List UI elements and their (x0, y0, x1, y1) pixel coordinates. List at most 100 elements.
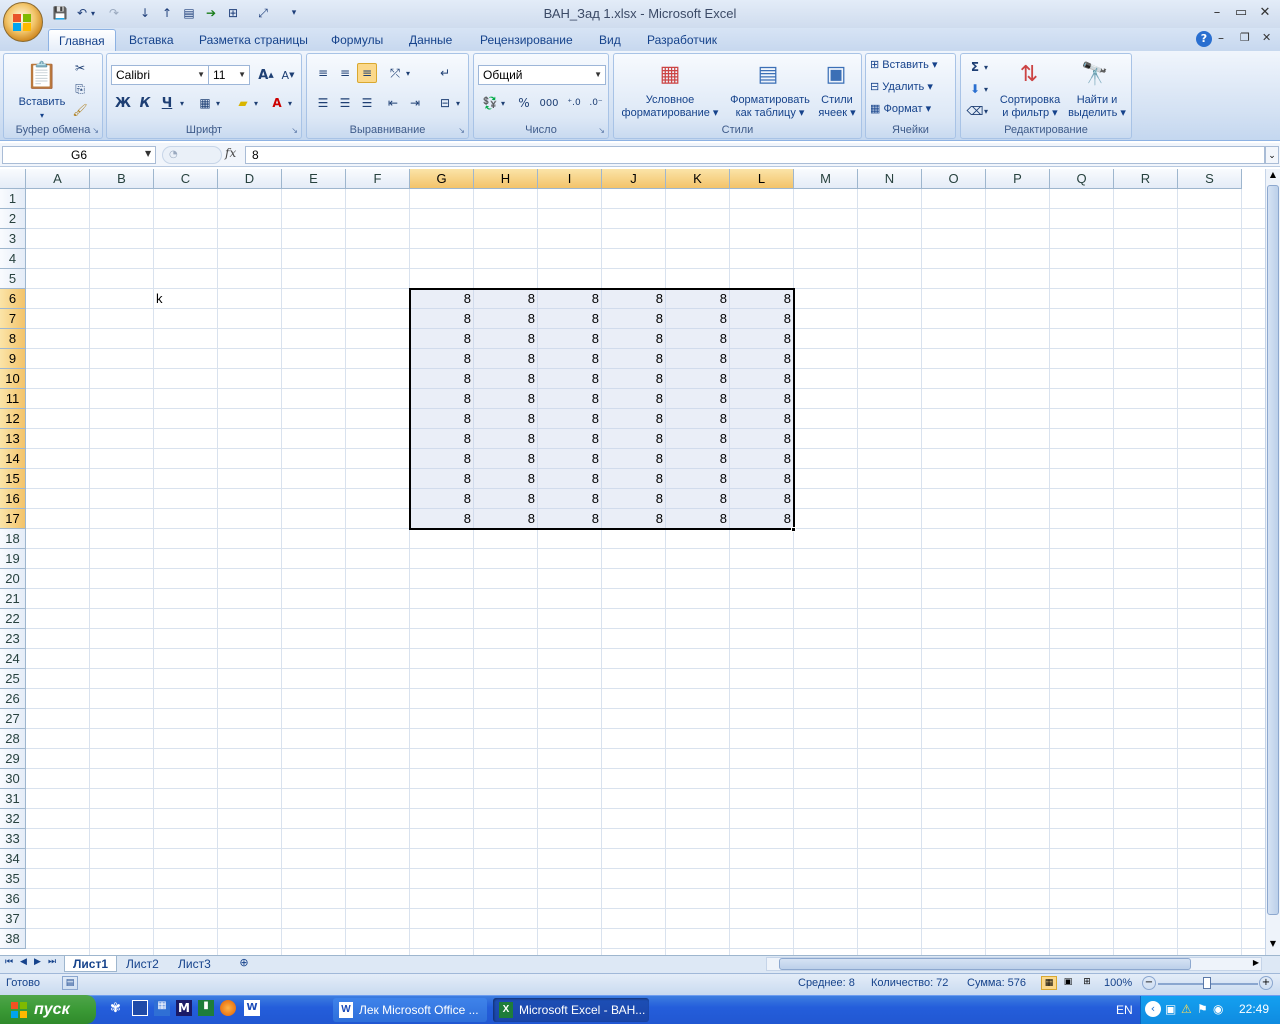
cell-h14[interactable]: 8 (474, 449, 537, 469)
insert-sheet-icon[interactable]: ⊕ (228, 956, 260, 972)
row-header-12[interactable]: 12 (0, 409, 26, 429)
find-select-button[interactable]: Найти и выделить ▾ (1065, 94, 1129, 120)
shrink-font-button[interactable]: A ▼ (278, 65, 298, 85)
row-header-5[interactable]: 5 (0, 269, 26, 289)
align-top-icon[interactable]: ≡ (313, 63, 333, 83)
taskbar-item-word[interactable]: W Лек Microsoft Office ... (333, 998, 487, 1022)
tray-expand-icon[interactable]: ‹ (1145, 1001, 1161, 1017)
cell-l12[interactable]: 8 (730, 409, 793, 429)
paste-dropdown-icon[interactable]: ▾ (34, 109, 50, 122)
cell-l14[interactable]: 8 (730, 449, 793, 469)
horizontal-scrollbar[interactable]: ▶ (766, 957, 1262, 971)
row-header-19[interactable]: 19 (0, 549, 26, 569)
delete-cells-button[interactable]: ⊟ Удалить ▾ (870, 81, 954, 94)
last-sheet-icon[interactable]: ⏭ (48, 957, 56, 967)
number-launcher-icon[interactable]: ↘ (598, 126, 605, 135)
conditional-formatting-icon[interactable]: ▦ (654, 58, 686, 90)
select-all-button[interactable] (0, 169, 26, 189)
column-header-r[interactable]: R (1114, 169, 1178, 189)
tab-review[interactable]: Рецензирование (470, 29, 583, 51)
format-cells-button[interactable]: ▦ Формат ▾ (870, 103, 954, 116)
column-header-f[interactable]: F (346, 169, 410, 189)
row-header-7[interactable]: 7 (0, 309, 26, 329)
prev-sheet-icon[interactable]: ◀ (20, 957, 27, 967)
insert-cells-button[interactable]: ⊞ Вставить ▾ (870, 59, 954, 72)
column-header-i[interactable]: I (538, 169, 602, 189)
tab-page-layout[interactable]: Разметка страницы (189, 29, 318, 51)
minimize-button[interactable]: – (1206, 5, 1228, 23)
row-header-38[interactable]: 38 (0, 929, 26, 949)
cell-c6[interactable]: k (154, 289, 218, 309)
zoom-out-icon[interactable]: − (1142, 976, 1156, 990)
cell-j15[interactable]: 8 (602, 469, 665, 489)
cell-k9[interactable]: 8 (666, 349, 729, 369)
cell-g13[interactable]: 8 (410, 429, 473, 449)
formula-input[interactable]: 8 (245, 146, 1265, 164)
fill-handle[interactable] (791, 527, 796, 532)
row-header-37[interactable]: 37 (0, 909, 26, 929)
row-header-11[interactable]: 11 (0, 389, 26, 409)
close-button[interactable]: ✕ (1254, 5, 1276, 23)
cell-g17[interactable]: 8 (410, 509, 473, 529)
font-color-dropdown-icon[interactable]: ▾ (285, 93, 295, 113)
vertical-scrollbar[interactable]: ▲ ▼ (1265, 169, 1280, 955)
maximize-button[interactable]: ▭ (1230, 5, 1252, 23)
autosum-dropdown-icon[interactable]: ▾ (981, 57, 991, 77)
cell-j14[interactable]: 8 (602, 449, 665, 469)
cell-i9[interactable]: 8 (538, 349, 601, 369)
row-header-29[interactable]: 29 (0, 749, 26, 769)
cell-l16[interactable]: 8 (730, 489, 793, 509)
tab-developer[interactable]: Разработчик (637, 29, 727, 51)
merge-cells-icon[interactable]: ⊟ (435, 93, 455, 113)
office-button[interactable] (3, 2, 43, 42)
cell-h6[interactable]: 8 (474, 289, 537, 309)
scroll-up-icon[interactable]: ▲ (1267, 170, 1279, 184)
copy-icon[interactable]: ⎘ (70, 79, 90, 99)
quicklaunch-icon-1[interactable]: ✾ (110, 1001, 121, 1016)
row-header-10[interactable]: 10 (0, 369, 26, 389)
cell-i10[interactable]: 8 (538, 369, 601, 389)
cell-g15[interactable]: 8 (410, 469, 473, 489)
row-header-1[interactable]: 1 (0, 189, 26, 209)
row-header-36[interactable]: 36 (0, 889, 26, 909)
workbook-minimize-button[interactable]: – (1218, 31, 1224, 45)
quicklaunch-excel-icon[interactable]: ▮ (198, 1000, 214, 1016)
cell-l6[interactable]: 8 (730, 289, 793, 309)
grow-font-button[interactable]: A ▲ (256, 65, 276, 85)
row-header-4[interactable]: 4 (0, 249, 26, 269)
column-header-m[interactable]: M (794, 169, 858, 189)
fill-dropdown-icon[interactable]: ▾ (981, 79, 991, 99)
tray-network-icon[interactable]: ▣ (1165, 1002, 1176, 1016)
cell-k11[interactable]: 8 (666, 389, 729, 409)
font-launcher-icon[interactable]: ↘ (291, 126, 298, 135)
decrease-indent-icon[interactable]: ⇤ (383, 93, 403, 113)
column-header-e[interactable]: E (282, 169, 346, 189)
cell-i12[interactable]: 8 (538, 409, 601, 429)
cell-l10[interactable]: 8 (730, 369, 793, 389)
row-header-21[interactable]: 21 (0, 589, 26, 609)
sort-filter-button[interactable]: Сортировка и фильтр ▾ (995, 94, 1065, 120)
cell-l8[interactable]: 8 (730, 329, 793, 349)
cell-j13[interactable]: 8 (602, 429, 665, 449)
worksheet-grid[interactable]: ABCDEFGHIJKLMNOPQRS 1 2 3 4 5 6 7 8 9 10 11 12 13 14 1… (0, 169, 1265, 955)
cell-l17[interactable]: 8 (730, 509, 793, 529)
cell-j12[interactable]: 8 (602, 409, 665, 429)
conditional-formatting-button[interactable]: Условное форматирование ▾ (616, 94, 724, 120)
tab-insert[interactable]: Вставка (119, 29, 184, 51)
cell-j16[interactable]: 8 (602, 489, 665, 509)
decrease-decimal-icon[interactable]: .0⁻ (586, 93, 606, 113)
borders-icon[interactable]: ▦ (195, 93, 215, 113)
row-header-2[interactable]: 2 (0, 209, 26, 229)
row-header-14[interactable]: 14 (0, 449, 26, 469)
fill-color-dropdown-icon[interactable]: ▾ (251, 93, 261, 113)
cell-g11[interactable]: 8 (410, 389, 473, 409)
column-header-h[interactable]: H (474, 169, 538, 189)
help-icon[interactable]: ? (1196, 31, 1212, 47)
cell-h8[interactable]: 8 (474, 329, 537, 349)
clipboard-launcher-icon[interactable]: ↘ (92, 126, 99, 135)
cell-j11[interactable]: 8 (602, 389, 665, 409)
quicklaunch-firefox-icon[interactable] (220, 1000, 236, 1016)
row-header-24[interactable]: 24 (0, 649, 26, 669)
cell-l7[interactable]: 8 (730, 309, 793, 329)
expand-formula-bar-icon[interactable]: ⌄ (1265, 146, 1279, 164)
